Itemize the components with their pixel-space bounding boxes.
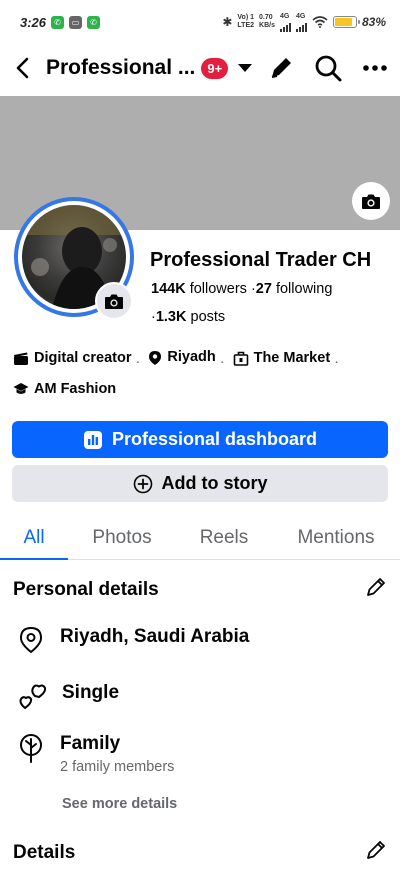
following-label[interactable]: following — [276, 281, 332, 297]
edit-details-pencil-icon[interactable] — [364, 838, 388, 862]
family-title: Family — [60, 733, 121, 754]
more-icon[interactable] — [362, 64, 388, 72]
top-nav: Professional ... 9+ — [0, 44, 400, 92]
camera-icon-2 — [105, 294, 123, 309]
followers-label[interactable]: followers — [190, 281, 247, 297]
briefcase-icon — [233, 351, 248, 366]
followers-count[interactable]: 144K — [151, 281, 186, 297]
network-speed: 0.70 KB/s — [259, 14, 275, 29]
category-item: Digital creator — [13, 345, 132, 372]
profile-tabs: All Photos Reels Mentions — [0, 516, 400, 560]
signal-1: 4G — [279, 13, 291, 32]
app-notification-icon: ▭ — [69, 15, 83, 29]
profile-posts: ·1.3K posts — [151, 309, 225, 325]
pencil-icon[interactable] — [268, 55, 294, 81]
notification-badge: 9+ — [201, 57, 229, 79]
status-left: 3:26 ✆ ▭ ✆ — [20, 14, 101, 30]
volte-indicator: Vo) 1 LTE2 — [237, 14, 255, 29]
status-right: ✱ Vo) 1 LTE2 0.70 KB/s 4G 4G 83% — [222, 13, 386, 32]
edit-cover-button[interactable] — [352, 182, 390, 220]
profile-name: Professional Trader CH — [150, 249, 372, 271]
detail-city: Riyadh, Saudi Arabia — [18, 626, 249, 654]
location-item: Riyadh — [148, 344, 216, 371]
whatsapp-notification-icon-2: ✆ — [87, 15, 101, 29]
city-text: Riyadh, Saudi Arabia — [60, 626, 250, 647]
location-pin-icon — [149, 350, 162, 365]
signal-bars-icon — [279, 21, 291, 32]
profile-switcher-title[interactable]: Professional ... — [46, 56, 195, 80]
plus-circle-icon — [133, 474, 152, 493]
wifi-icon — [312, 16, 328, 28]
edit-profile-picture-button[interactable] — [95, 282, 133, 320]
family-tree-icon — [20, 734, 42, 763]
clapperboard-icon — [14, 352, 28, 365]
tab-all[interactable]: All — [0, 516, 68, 560]
battery-percent: 83% — [361, 15, 386, 29]
status-bar: 3:26 ✆ ▭ ✆ ✱ Vo) 1 LTE2 0.70 KB/s 4G 4G … — [0, 0, 400, 44]
back-arrow-icon[interactable] — [12, 56, 34, 80]
posts-label: posts — [190, 309, 226, 325]
graduation-cap-icon — [13, 383, 29, 394]
tab-mentions[interactable]: Mentions — [272, 516, 400, 559]
intro-line: Digital creator · Riyadh · The Market · … — [13, 344, 393, 406]
battery-icon — [332, 16, 360, 28]
search-icon[interactable] — [314, 54, 342, 82]
education-item: AM Fashion — [13, 376, 116, 403]
signal-2: 4G — [295, 13, 307, 32]
workplace-item: The Market — [233, 345, 330, 372]
battery-fill — [334, 18, 352, 26]
tab-photos[interactable]: Photos — [68, 516, 176, 559]
details-title: Details — [13, 842, 76, 863]
whatsapp-notification-icon: ✆ — [51, 15, 65, 29]
see-more-details-link[interactable]: See more details — [62, 796, 177, 812]
nav-actions — [268, 54, 388, 82]
bluetooth-icon: ✱ — [222, 15, 233, 29]
hearts-icon — [19, 684, 46, 709]
posts-count: 1.3K — [155, 309, 187, 325]
caret-down-icon[interactable] — [236, 62, 254, 74]
tab-reels[interactable]: Reels — [176, 516, 272, 559]
detail-relationship: Single — [18, 682, 119, 710]
detail-family: Family 2 family members — [18, 733, 174, 775]
camera-icon — [362, 194, 380, 209]
professional-dashboard-button[interactable]: Professional dashboard — [12, 421, 388, 458]
following-count[interactable]: 27 — [256, 281, 272, 297]
add-to-story-button[interactable]: Add to story — [12, 465, 388, 502]
family-subtitle: 2 family members — [60, 759, 175, 775]
relationship-text: Single — [62, 682, 120, 703]
profile-stats: 144K followers ·27 following — [151, 281, 332, 297]
location-pin-outline-icon — [19, 626, 43, 654]
edit-personal-details-pencil-icon[interactable] — [364, 575, 388, 599]
signal-bars-icon-2 — [295, 21, 307, 32]
dashboard-icon — [83, 430, 102, 449]
status-time: 3:26 — [20, 14, 47, 30]
personal-details-title: Personal details — [13, 579, 159, 600]
